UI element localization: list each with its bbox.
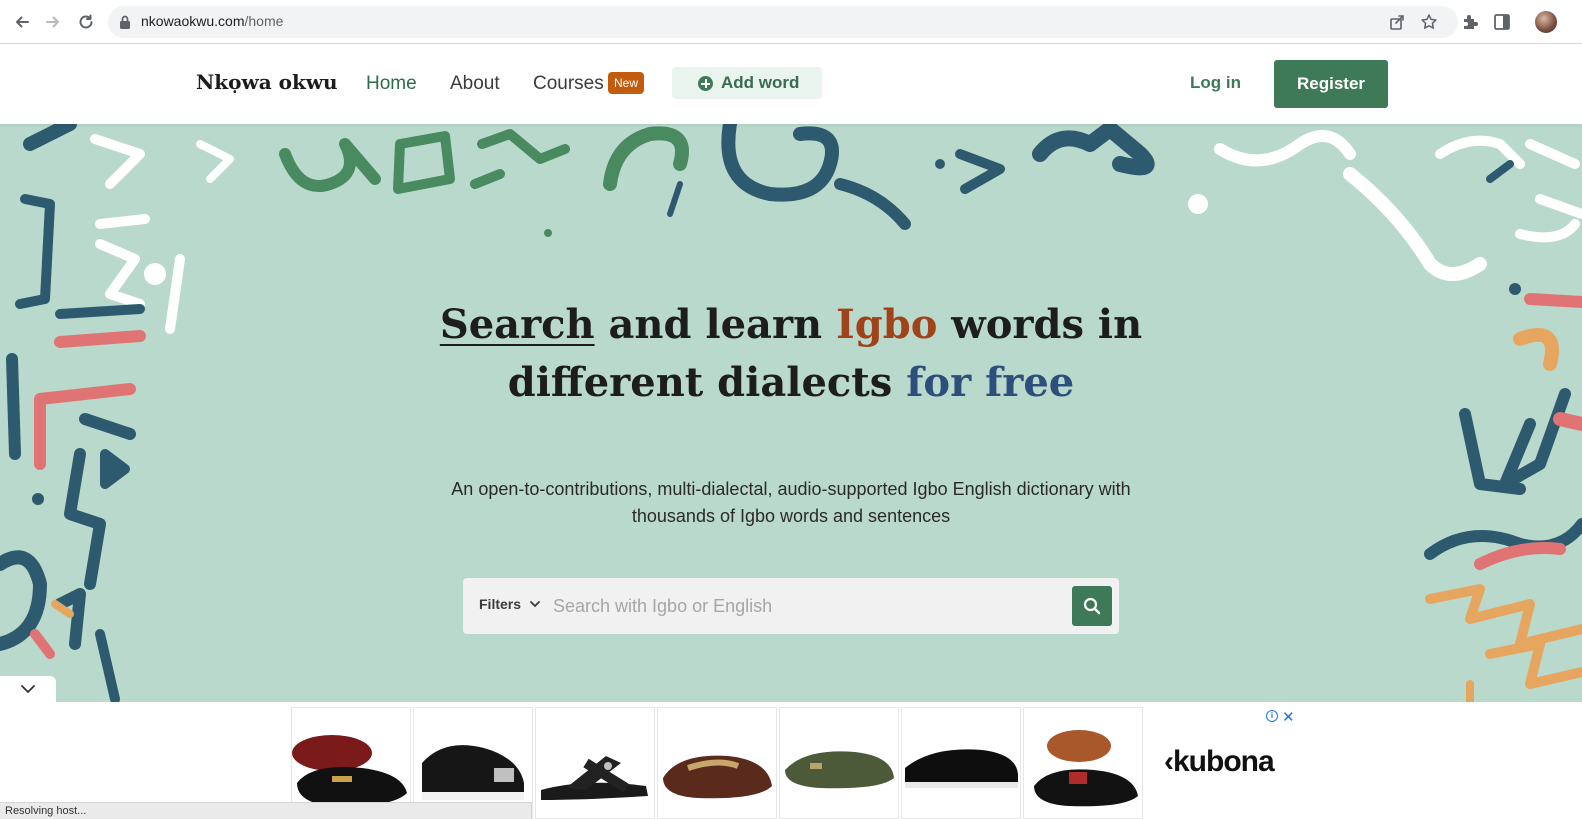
ad-product-tile[interactable] [901, 707, 1021, 819]
hero-title-line2: different dialects [507, 359, 907, 406]
search-input[interactable] [553, 588, 1053, 624]
chevron-down-icon [530, 601, 540, 608]
sandal-shoe-image [541, 756, 648, 800]
ad-product-tile[interactable] [1023, 707, 1143, 819]
plus-circle-icon [698, 76, 713, 91]
extensions-puzzle-icon[interactable] [1460, 12, 1480, 32]
address-bar[interactable]: nkowaokwu.com/home [108, 6, 1458, 38]
login-link[interactable]: Log in [1190, 73, 1241, 93]
slip-on-shoe-image [905, 749, 1018, 788]
hero-section: Search and learn Igbo words in different … [0, 124, 1582, 704]
add-word-button[interactable]: Add word [672, 67, 822, 99]
url-text[interactable]: nkowaokwu.com/home [141, 13, 283, 29]
site-header: Nkọwa okwu Home About Courses New Add wo… [0, 44, 1582, 124]
browser-status-bubble: Resolving host... [0, 802, 532, 819]
ad-close-icon[interactable]: ✕ [1282, 708, 1295, 726]
filters-dropdown[interactable]: Filters [479, 596, 541, 612]
add-word-label: Add word [721, 73, 800, 92]
register-button[interactable]: Register [1274, 60, 1388, 108]
snakeskin-loafer-image [663, 755, 772, 799]
hero-subtitle: An open-to-contributions, multi-dialecta… [451, 479, 1131, 526]
chevron-down-icon [21, 685, 35, 694]
ad-brand-logo[interactable]: ‹kubona [1164, 745, 1275, 779]
url-path: /home [244, 13, 284, 29]
ad-product-tile[interactable] [657, 707, 777, 819]
filters-label: Filters [479, 596, 522, 612]
ad-collapse-toggle[interactable] [0, 676, 56, 702]
back-arrow-icon[interactable] [10, 10, 34, 34]
courses-new-badge: New [608, 72, 645, 94]
side-panel-icon[interactable] [1492, 12, 1512, 32]
profile-avatar[interactable] [1535, 11, 1557, 33]
suede-loafer-image [785, 751, 894, 789]
share-icon[interactable] [1388, 13, 1406, 31]
hero-title-words-in: words in [937, 301, 1143, 348]
ad-product-tile[interactable] [535, 707, 655, 819]
hero-title-and-learn: and learn [594, 301, 837, 348]
hero-title-for-free: for free [906, 359, 1075, 406]
designer-loafer-image [1034, 730, 1138, 807]
ad-info-icon[interactable]: i [1266, 710, 1278, 722]
site-logo[interactable]: Nkọwa okwu [196, 70, 338, 94]
search-bar: Filters [463, 578, 1119, 634]
hero-title: Search and learn Igbo words in different … [291, 296, 1291, 412]
nav-home[interactable]: Home [366, 73, 417, 95]
nav-courses[interactable]: Courses [533, 73, 604, 95]
url-host: nkowaokwu.com [141, 13, 245, 29]
reload-icon[interactable] [74, 10, 98, 34]
star-icon[interactable] [1420, 13, 1438, 31]
lock-icon [120, 15, 130, 29]
search-button[interactable] [1072, 586, 1112, 626]
hero-title-search: Search [439, 301, 595, 348]
search-icon [1083, 597, 1101, 615]
browser-toolbar: nkowaokwu.com/home [0, 0, 1582, 44]
ad-product-tile[interactable] [779, 707, 899, 819]
forward-arrow-icon[interactable] [41, 10, 65, 34]
nav-about[interactable]: About [450, 73, 500, 95]
hero-title-igbo: Igbo [836, 301, 938, 348]
